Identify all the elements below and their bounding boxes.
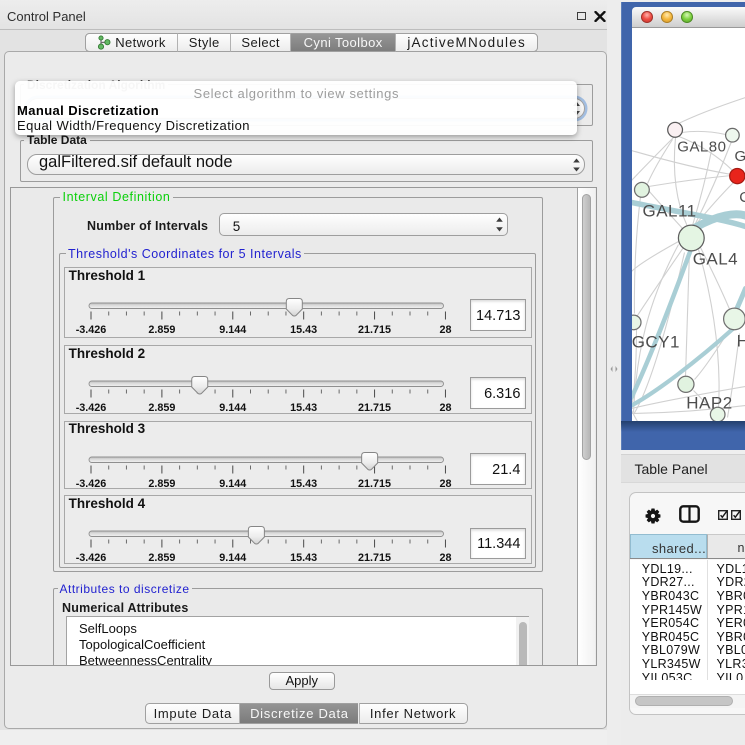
svg-text:-3.426: -3.426 [76, 402, 107, 413]
svg-text:GAL11: GAL11 [642, 201, 696, 220]
svg-text:9.144: 9.144 [219, 477, 246, 488]
svg-text:21.715: 21.715 [358, 477, 391, 488]
svg-text:C: C [739, 188, 745, 205]
svg-text:2.859: 2.859 [148, 552, 175, 563]
svg-text:2.859: 2.859 [148, 477, 175, 488]
svg-text:-3.426: -3.426 [76, 477, 107, 488]
svg-text:28: 28 [439, 324, 451, 335]
svg-text:28: 28 [439, 402, 451, 413]
svg-text:15.43: 15.43 [290, 552, 317, 563]
svg-text:GA: GA [734, 147, 745, 164]
svg-text:-3.426: -3.426 [76, 324, 107, 335]
svg-text:21.715: 21.715 [358, 324, 391, 335]
svg-text:2.859: 2.859 [148, 402, 175, 413]
svg-text:9.144: 9.144 [219, 324, 246, 335]
svg-text:21.715: 21.715 [358, 552, 391, 563]
svg-text:28: 28 [439, 552, 451, 563]
svg-text:-3.426: -3.426 [76, 552, 107, 563]
svg-text:9.144: 9.144 [219, 552, 246, 563]
svg-text:GAL4: GAL4 [692, 249, 737, 268]
svg-text:28: 28 [439, 477, 451, 488]
svg-text:9.144: 9.144 [219, 402, 246, 413]
svg-text:21.715: 21.715 [358, 402, 391, 413]
svg-text:H: H [736, 331, 745, 350]
svg-text:HAP2: HAP2 [686, 393, 732, 412]
svg-text:2.859: 2.859 [148, 324, 175, 335]
svg-text:15.43: 15.43 [290, 324, 317, 335]
svg-text:GAL80: GAL80 [677, 138, 726, 155]
svg-text:15.43: 15.43 [290, 402, 317, 413]
svg-text:15.43: 15.43 [290, 477, 317, 488]
svg-text:GCY1: GCY1 [632, 332, 680, 351]
